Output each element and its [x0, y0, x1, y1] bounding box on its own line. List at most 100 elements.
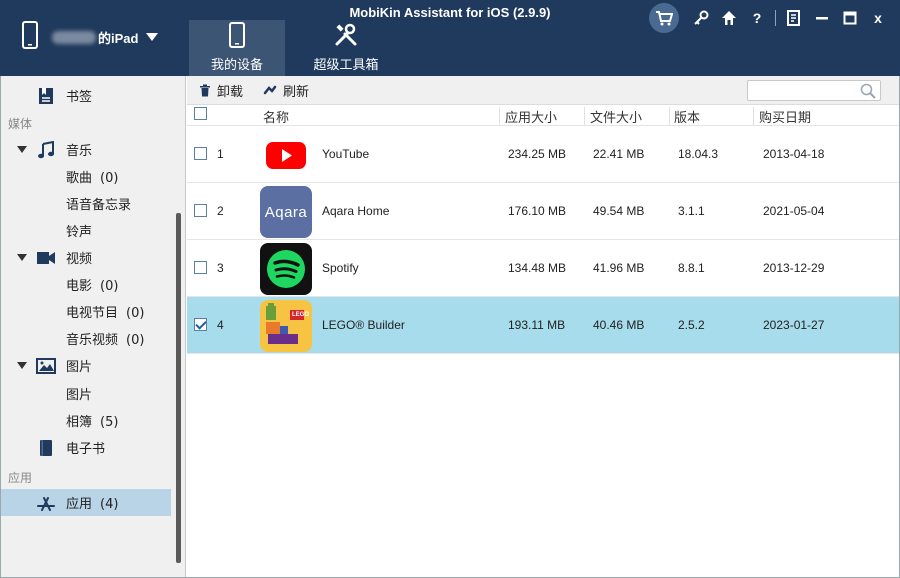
- column-header-file-size[interactable]: 文件大小: [590, 107, 642, 126]
- refresh-button[interactable]: 刷新: [263, 81, 309, 100]
- row-index: 2: [217, 204, 224, 218]
- table-row[interactable]: 4 LEGO LEGO® Builder 193.11 MB 40.46 MB …: [187, 297, 900, 354]
- app-size: 134.48 MB: [508, 261, 567, 275]
- table-row[interactable]: 1 YouTube 234.25 MB 22.41 MB 18.04.3 201…: [187, 126, 900, 183]
- window-controls: ? x: [649, 3, 892, 33]
- tab-label: 超级工具箱: [313, 58, 379, 73]
- sidebar-item-albums[interactable]: 相簿 (5): [0, 407, 171, 434]
- home-icon[interactable]: [715, 4, 743, 32]
- device-name: 的iPad: [98, 30, 139, 46]
- row-checkbox[interactable]: [194, 147, 207, 160]
- toolbar: 卸载 刷新: [187, 76, 900, 105]
- close-icon[interactable]: x: [864, 4, 892, 32]
- expand-triangle-icon[interactable]: [17, 254, 27, 261]
- column-header-purchase-date[interactable]: 购买日期: [759, 107, 811, 126]
- table-row[interactable]: 2 Aqara Aqara Home 176.10 MB 49.54 MB 3.…: [187, 183, 900, 240]
- title-bar: MobiKin Assistant for iOS (2.9.9) 的iPad …: [0, 0, 900, 76]
- trash-icon: [200, 84, 210, 96]
- row-index: 3: [217, 261, 224, 275]
- purchase-date: 2013-12-29: [763, 261, 825, 275]
- file-size: 49.54 MB: [593, 204, 645, 218]
- app-store-icon: [36, 493, 56, 513]
- video-camera-icon: [36, 248, 56, 268]
- sidebar: 书签 媒体 音乐 歌曲 (0) 语音备忘录 铃声 视频 电影 (0) 电视节目 (0)…: [0, 76, 186, 578]
- row-checkbox[interactable]: [194, 204, 207, 217]
- sidebar-item-songs[interactable]: 歌曲 (0): [0, 163, 171, 190]
- sidebar-item-photos-sub[interactable]: 图片: [0, 380, 171, 407]
- feedback-icon[interactable]: [780, 4, 808, 32]
- help-icon[interactable]: ?: [743, 4, 771, 32]
- expand-triangle-icon[interactable]: [17, 146, 27, 153]
- row-index: 4: [217, 318, 224, 332]
- purchase-date: 2023-01-27: [763, 318, 825, 332]
- maximize-icon[interactable]: [836, 4, 864, 32]
- file-size: 41.96 MB: [593, 261, 645, 275]
- search-box[interactable]: [747, 80, 881, 101]
- column-header-version[interactable]: 版本: [674, 107, 700, 126]
- column-divider: [584, 107, 585, 125]
- aqara-icon: Aqara: [260, 186, 312, 238]
- expand-triangle-icon[interactable]: [17, 362, 27, 369]
- tab-label: 我的设备: [210, 58, 263, 73]
- sidebar-item-ebooks[interactable]: 电子书: [0, 434, 171, 461]
- tablet-icon: [189, 20, 285, 50]
- column-divider: [669, 107, 670, 125]
- file-size: 22.41 MB: [593, 147, 645, 161]
- app-size: 176.10 MB: [508, 204, 567, 218]
- app-name: LEGO® Builder: [322, 318, 405, 332]
- chevron-down-icon[interactable]: [146, 33, 159, 41]
- table-header: 名称 应用大小 文件大小 版本 购买日期: [187, 105, 900, 126]
- sidebar-item-movies[interactable]: 电影 (0): [0, 271, 171, 298]
- app-name: Aqara Home: [322, 204, 390, 218]
- purchase-date: 2013-04-18: [763, 147, 825, 161]
- purchase-date: 2021-05-04: [763, 204, 825, 218]
- music-note-icon: [36, 140, 56, 160]
- select-all-checkbox[interactable]: [194, 107, 207, 120]
- sidebar-item-music-videos[interactable]: 音乐视频 (0): [0, 325, 171, 352]
- sidebar-item-music[interactable]: 音乐: [0, 136, 171, 163]
- sidebar-category-apps: 应用: [8, 471, 33, 485]
- refresh-icon: [263, 85, 277, 95]
- sidebar-item-ringtones[interactable]: 铃声: [0, 217, 171, 244]
- column-divider: [753, 107, 754, 125]
- sidebar-item-bookmarks[interactable]: 书签: [0, 82, 171, 109]
- version: 18.04.3: [678, 147, 719, 161]
- divider: [775, 10, 776, 26]
- column-divider: [499, 107, 500, 125]
- column-header-app-size[interactable]: 应用大小: [505, 107, 557, 126]
- app-name: Spotify: [322, 261, 359, 275]
- row-checkbox[interactable]: [194, 318, 207, 331]
- tools-icon: [298, 20, 394, 50]
- app-size: 234.25 MB: [508, 147, 567, 161]
- tab-toolbox[interactable]: 超级工具箱: [298, 20, 394, 76]
- youtube-icon: [260, 129, 312, 181]
- sidebar-scrollbar[interactable]: [176, 213, 181, 563]
- uninstall-button[interactable]: 卸载: [199, 81, 243, 100]
- minimize-icon[interactable]: [808, 4, 836, 32]
- app-name: YouTube: [322, 147, 370, 161]
- sidebar-category-media: 媒体: [8, 117, 33, 131]
- apps-table: 名称 应用大小 文件大小 版本 购买日期 1 YouTube 234.25 MB…: [187, 105, 900, 354]
- key-icon[interactable]: [687, 4, 715, 32]
- row-index: 1: [217, 147, 224, 161]
- app-size: 193.11 MB: [508, 318, 566, 332]
- cart-icon[interactable]: [649, 3, 679, 33]
- search-icon[interactable]: [860, 83, 876, 103]
- spotify-icon: [260, 243, 312, 295]
- sidebar-item-voice-memos[interactable]: 语音备忘录: [0, 190, 171, 217]
- sidebar-item-video[interactable]: 视频: [0, 244, 171, 271]
- lego-icon: LEGO: [260, 300, 312, 352]
- sidebar-item-photos[interactable]: 图片: [0, 352, 171, 379]
- row-checkbox[interactable]: [194, 261, 207, 274]
- table-row[interactable]: 3 Spotify 134.48 MB 41.96 MB 8.8.1 2013-…: [187, 240, 900, 297]
- sidebar-item-apps[interactable]: 应用 (4): [0, 489, 171, 516]
- search-input[interactable]: [748, 81, 858, 100]
- version: 8.8.1: [678, 261, 705, 275]
- version: 3.1.1: [678, 204, 705, 218]
- column-header-name[interactable]: 名称: [263, 107, 289, 126]
- ipad-icon: [22, 21, 38, 53]
- sidebar-item-tv-shows[interactable]: 电视节目 (0): [0, 298, 171, 325]
- tab-my-device[interactable]: 我的设备: [189, 20, 285, 76]
- device-selector[interactable]: 的iPad: [22, 21, 159, 53]
- redacted-device-owner: [52, 30, 96, 44]
